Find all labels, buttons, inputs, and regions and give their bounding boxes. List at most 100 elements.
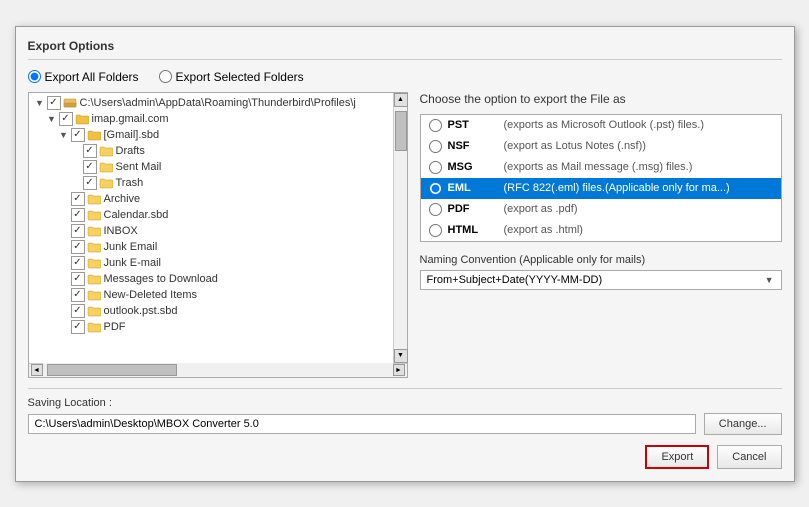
tree-horizontal-scrollbar[interactable]: ◄ ►: [29, 363, 407, 377]
tree-item[interactable]: outlook.pst.sbd: [31, 303, 393, 319]
tree-item-label: C:\Users\admin\AppData\Roaming\Thunderbi…: [80, 97, 356, 109]
cancel-button[interactable]: Cancel: [717, 445, 781, 469]
tree-item[interactable]: Sent Mail: [31, 159, 393, 175]
change-button[interactable]: Change...: [704, 413, 782, 435]
scroll-track: [394, 107, 407, 349]
tree-item-checkbox[interactable]: [71, 272, 85, 286]
folder-icon: [87, 193, 101, 205]
format-radio-eml[interactable]: [429, 182, 442, 195]
format-radio-html[interactable]: [429, 224, 442, 237]
tree-item-label: outlook.pst.sbd: [104, 305, 178, 317]
export-all-label: Export All Folders: [45, 70, 139, 84]
tree-item-label: INBOX: [104, 225, 138, 237]
right-panel: Choose the option to export the File as …: [420, 92, 782, 378]
format-name: HTML: [448, 224, 498, 236]
tree-item[interactable]: ▼[Gmail].sbd: [31, 127, 393, 143]
scroll-down-btn[interactable]: ▼: [394, 349, 408, 363]
tree-item-label: PDF: [104, 321, 126, 333]
naming-convention-select[interactable]: From+Subject+Date(YYYY-MM-DD)Subject+Dat…: [420, 270, 782, 290]
export-all-folders-option[interactable]: Export All Folders: [28, 70, 139, 84]
tree-item[interactable]: New-Deleted Items: [31, 287, 393, 303]
hscroll-thumb[interactable]: [47, 364, 177, 376]
tree-item-label: Archive: [104, 193, 141, 205]
format-desc: (RFC 822(.eml) files.(Applicable only fo…: [504, 182, 730, 194]
tree-item[interactable]: Archive: [31, 191, 393, 207]
format-radio-msg[interactable]: [429, 161, 442, 174]
expand-icon: [59, 322, 69, 332]
format-radio-nsf[interactable]: [429, 140, 442, 153]
tree-item[interactable]: PDF: [31, 319, 393, 335]
export-selected-folders-option[interactable]: Export Selected Folders: [159, 70, 304, 84]
tree-item-checkbox[interactable]: [71, 224, 85, 238]
tree-item-checkbox[interactable]: [71, 128, 85, 142]
folder-icon: [87, 257, 101, 269]
export-selected-radio[interactable]: [159, 70, 172, 83]
tree-item[interactable]: Trash: [31, 175, 393, 191]
hscroll-right-btn[interactable]: ►: [393, 364, 405, 376]
format-item-nsf[interactable]: NSF(export as Lotus Notes (.nsf)): [421, 136, 781, 157]
format-radio-pst[interactable]: [429, 119, 442, 132]
export-all-radio[interactable]: [28, 70, 41, 83]
tree-item[interactable]: ▼C:\Users\admin\AppData\Roaming\Thunderb…: [31, 95, 393, 111]
bottom-buttons: Export Cancel: [28, 445, 782, 469]
expand-icon: [59, 226, 69, 236]
tree-item-checkbox[interactable]: [59, 112, 73, 126]
scroll-thumb[interactable]: [395, 111, 407, 151]
tree-item-checkbox[interactable]: [83, 176, 97, 190]
tree-item-checkbox[interactable]: [47, 96, 61, 110]
tree-item-label: Junk E-mail: [104, 257, 161, 269]
folder-icon: [99, 145, 113, 157]
tree-item[interactable]: Messages to Download: [31, 271, 393, 287]
tree-item-checkbox[interactable]: [71, 288, 85, 302]
expand-icon: ▼: [47, 114, 57, 124]
top-section: ▼ C:\Users\admin\AppData\Roaming\Thunderb…: [28, 92, 782, 378]
tree-item-checkbox[interactable]: [71, 256, 85, 270]
left-panel: ▼ C:\Users\admin\AppData\Roaming\Thunderb…: [28, 92, 408, 378]
format-item-pdf[interactable]: PDF (export as .pdf): [421, 199, 781, 220]
expand-icon: [71, 178, 81, 188]
format-desc: (export as .html): [504, 224, 583, 236]
tree-item-checkbox[interactable]: [71, 240, 85, 254]
expand-icon: [71, 146, 81, 156]
format-item-html[interactable]: HTML (export as .html): [421, 220, 781, 241]
export-button[interactable]: Export: [645, 445, 709, 469]
export-options-row: Export All Folders Export Selected Folde…: [28, 70, 782, 84]
tree-item-label: Calendar.sbd: [104, 209, 169, 221]
format-name: PDF: [448, 203, 498, 215]
naming-section: Naming Convention (Applicable only for m…: [420, 254, 782, 290]
export-selected-label: Export Selected Folders: [176, 70, 304, 84]
format-item-pst[interactable]: PST(exports as Microsoft Outlook (.pst) …: [421, 115, 781, 136]
expand-icon: [59, 290, 69, 300]
expand-icon: ▼: [59, 130, 69, 140]
saving-path-input[interactable]: [28, 414, 696, 434]
tree-item[interactable]: INBOX: [31, 223, 393, 239]
folder-icon: [87, 305, 101, 317]
folder-icon: [87, 225, 101, 237]
folder-tree-container: ▼ C:\Users\admin\AppData\Roaming\Thunderb…: [28, 92, 408, 378]
expand-icon: [59, 210, 69, 220]
tree-item-checkbox[interactable]: [83, 144, 97, 158]
expand-icon: [59, 194, 69, 204]
tree-item[interactable]: Junk Email: [31, 239, 393, 255]
tree-item-checkbox[interactable]: [83, 160, 97, 174]
tree-item[interactable]: Calendar.sbd: [31, 207, 393, 223]
tree-item[interactable]: ▼imap.gmail.com: [31, 111, 393, 127]
folder-tree[interactable]: ▼ C:\Users\admin\AppData\Roaming\Thunderb…: [29, 93, 407, 363]
format-radio-pdf[interactable]: [429, 203, 442, 216]
tree-item-checkbox[interactable]: [71, 208, 85, 222]
tree-item[interactable]: Junk E-mail: [31, 255, 393, 271]
tree-item-checkbox[interactable]: [71, 304, 85, 318]
format-item-msg[interactable]: MSG(exports as Mail message (.msg) files…: [421, 157, 781, 178]
folder-icon: [75, 113, 89, 125]
format-item-eml[interactable]: EML (RFC 822(.eml) files.(Applicable only…: [421, 178, 781, 199]
format-name: MSG: [448, 161, 498, 173]
format-desc: (export as .pdf): [504, 203, 578, 215]
tree-vertical-scrollbar[interactable]: ▲ ▼: [393, 93, 407, 363]
tree-item[interactable]: Drafts: [31, 143, 393, 159]
expand-icon: [59, 274, 69, 284]
tree-item-checkbox[interactable]: [71, 192, 85, 206]
tree-item-checkbox[interactable]: [71, 320, 85, 334]
hscroll-left-btn[interactable]: ◄: [31, 364, 43, 376]
scroll-up-btn[interactable]: ▲: [394, 93, 408, 107]
format-name: EML: [448, 182, 498, 194]
